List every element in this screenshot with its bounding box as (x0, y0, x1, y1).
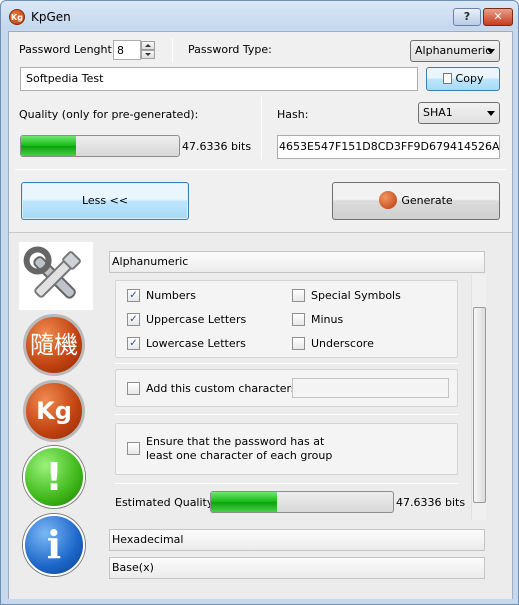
client-area: Password Lenght: 8 Password Type: Alphan… (8, 31, 513, 599)
underscore-label: Underscore (311, 337, 374, 350)
divider (172, 38, 173, 62)
quality-value: 47.6336 bits (182, 140, 252, 153)
options-scrollbar[interactable] (471, 275, 486, 520)
app-window: Kg KpGen ? ✕ Password Lenght: 8 Password… (0, 0, 519, 605)
underscore-checkbox[interactable] (292, 337, 305, 350)
divider (115, 363, 458, 364)
numbers-checkbox[interactable]: ✓ (127, 289, 140, 302)
close-button[interactable]: ✕ (483, 8, 513, 26)
password-type-label: Password Type: (188, 43, 272, 56)
exclamation-icon[interactable]: ! (23, 446, 85, 508)
scrollbar-thumb[interactable] (473, 307, 486, 503)
password-length-field[interactable]: 8 (113, 40, 141, 60)
divider (261, 97, 262, 159)
estimated-quality-fill (211, 492, 277, 512)
generate-label: Generate (401, 194, 453, 207)
estimated-quality-bar (210, 491, 394, 513)
info-icon[interactable]: i (23, 514, 85, 576)
password-length-label: Password Lenght: (19, 43, 116, 56)
password-type-select[interactable]: Alphanumeric (410, 40, 500, 62)
group-alphanumeric[interactable]: Alphanumeric (109, 251, 485, 273)
custom-chars-checkbox[interactable] (127, 382, 140, 395)
kanji-icon[interactable]: 隨機 (23, 314, 85, 376)
spin-up-icon[interactable] (141, 41, 155, 50)
group-basex[interactable]: Base(x) (109, 557, 485, 579)
less-button[interactable]: Less << (21, 182, 189, 220)
custom-chars-input[interactable] (292, 378, 449, 398)
generate-icon (379, 191, 398, 209)
app-icon: Kg (9, 9, 25, 25)
password-type-value: Alphanumeric (415, 44, 492, 57)
length-spinner[interactable] (141, 41, 155, 59)
copy-button[interactable]: Copy (426, 67, 500, 91)
help-button[interactable]: ? (453, 8, 481, 26)
special-symbols-checkbox[interactable] (292, 289, 305, 302)
minus-checkbox[interactable] (292, 313, 305, 326)
custom-chars-label: Add this custom characters: (146, 382, 301, 395)
hash-field[interactable]: 4653E547F151D8CD3FF9D679414526A6F406 (277, 135, 500, 159)
title-bar[interactable]: Kg KpGen ? ✕ (1, 1, 518, 31)
copy-icon (442, 73, 452, 84)
tools-icon[interactable] (19, 242, 93, 310)
estimated-quality-label: Estimated Quality: (115, 496, 217, 509)
spin-down-icon[interactable] (141, 50, 155, 59)
lowercase-checkbox[interactable]: ✓ (127, 337, 140, 350)
icon-sidebar: 隨機 Kg ! i (19, 242, 93, 587)
quality-label: Quality (only for pre-generated): (19, 108, 199, 121)
ensure-each-group-checkbox[interactable] (127, 442, 140, 455)
estimated-quality-value: 47.6336 bits (396, 496, 466, 509)
divider (115, 414, 458, 415)
chevron-down-icon (487, 49, 495, 54)
divider (15, 169, 506, 170)
ensure-label-line2: least one character of each group (146, 449, 333, 462)
copy-label: Copy (455, 72, 484, 85)
minus-label: Minus (311, 313, 344, 326)
quality-progress-bar (20, 135, 180, 157)
uppercase-label: Uppercase Letters (146, 313, 247, 326)
hash-algorithm-value: SHA1 (423, 106, 453, 119)
ensure-label-line1: Ensure that the password has at (146, 435, 325, 448)
hash-label: Hash: (277, 108, 309, 121)
kg-icon[interactable]: Kg (23, 380, 85, 442)
lowercase-label: Lowercase Letters (146, 337, 246, 350)
password-field[interactable]: Softpedia Test (20, 67, 418, 91)
group-hexadecimal[interactable]: Hexadecimal (109, 529, 485, 551)
divider (115, 483, 458, 484)
numbers-label: Numbers (146, 289, 196, 302)
hash-algorithm-select[interactable]: SHA1 (418, 102, 500, 124)
uppercase-checkbox[interactable]: ✓ (127, 313, 140, 326)
window-title: KpGen (31, 10, 71, 24)
special-symbols-label: Special Symbols (311, 289, 401, 302)
quality-progress-fill (21, 136, 77, 156)
chevron-down-icon (487, 111, 495, 116)
generate-button[interactable]: Generate (332, 182, 500, 220)
